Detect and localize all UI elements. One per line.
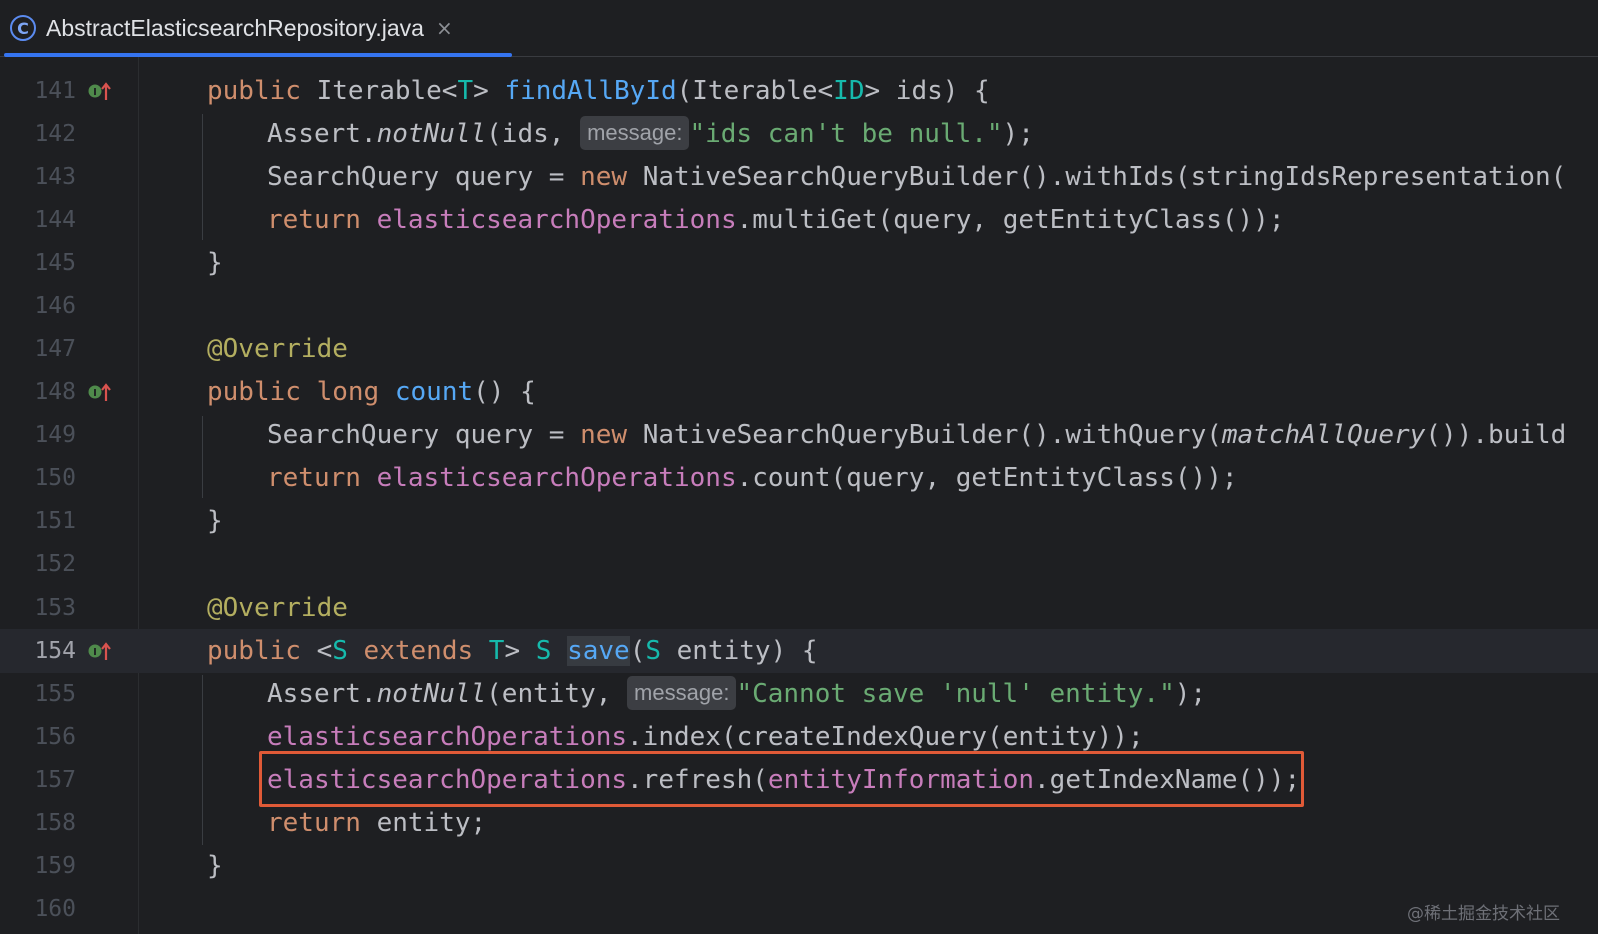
annotation-text: @Override [207, 593, 348, 623]
code-text: return elasticsearchOperations.count(que… [267, 463, 1238, 493]
code-line[interactable]: 151 } [0, 499, 1598, 543]
line-number[interactable]: 155 [0, 672, 76, 716]
annotation-text: @Override [207, 334, 348, 364]
code-line[interactable]: 160 [0, 887, 1598, 931]
line-number[interactable]: 149 [0, 413, 76, 457]
watermark: @稀土掘金技术社区 [1407, 904, 1560, 924]
selected-identifier: save [567, 636, 630, 666]
line-number[interactable]: 153 [0, 586, 76, 630]
current-code-line[interactable]: 154 I public <S extends T> S save(S enti… [0, 629, 1598, 673]
code-text: } [207, 851, 223, 881]
code-line[interactable]: 145 } [0, 241, 1598, 285]
code-line[interactable]: 147 @Override [0, 327, 1598, 371]
line-number[interactable]: 145 [0, 241, 76, 285]
code-line[interactable]: 155 Assert.notNull(entity, message: "Cann… [0, 672, 1598, 716]
code-line[interactable]: 159 } [0, 844, 1598, 888]
code-line[interactable]: 146 [0, 284, 1598, 328]
line-number[interactable]: 143 [0, 155, 76, 199]
java-class-icon: C [10, 15, 36, 41]
line-number[interactable]: 154 [0, 629, 76, 673]
highlight-annotation-box [259, 751, 1304, 807]
code-text: SearchQuery query = new NativeSearchQuer… [267, 162, 1567, 192]
code-text: return entity; [267, 808, 487, 838]
line-number[interactable]: 158 [0, 801, 76, 845]
line-number[interactable]: 156 [0, 715, 76, 759]
parameter-hint: message: [627, 675, 737, 710]
line-number[interactable]: 146 [0, 284, 76, 328]
tab-title: AbstractElasticsearchRepository.java [46, 14, 424, 41]
line-number[interactable]: 144 [0, 198, 76, 242]
code-text: } [207, 248, 223, 278]
line-number[interactable]: 160 [0, 887, 76, 931]
implementing-method-icon[interactable]: I [87, 80, 113, 102]
code-line[interactable]: 150 return elasticsearchOperations.count… [0, 456, 1598, 500]
code-line[interactable]: 148 I public long count() { [0, 370, 1598, 414]
code-line[interactable]: 158 return entity; [0, 801, 1598, 845]
code-line[interactable]: 153 @Override [0, 586, 1598, 630]
line-number[interactable]: 141 [0, 69, 76, 113]
line-number[interactable]: 152 [0, 542, 76, 586]
line-number[interactable]: 157 [0, 758, 76, 802]
code-text: public long count() { [207, 377, 536, 407]
line-number[interactable]: 147 [0, 327, 76, 371]
svg-text:I: I [93, 647, 97, 658]
close-tab-icon[interactable]: × [436, 16, 453, 40]
file-tab[interactable]: C AbstractElasticsearchRepository.java × [0, 0, 512, 57]
code-editor[interactable]: 141 I public Iterable<T> findAllById(Ite… [0, 57, 1598, 934]
code-line[interactable]: 144 return elasticsearchOperations.multi… [0, 198, 1598, 242]
code-text: public <S extends T> S save(S entity) { [207, 636, 818, 666]
line-number[interactable]: 159 [0, 844, 76, 888]
code-line[interactable]: 141 I public Iterable<T> findAllById(Ite… [0, 69, 1598, 113]
code-text: Assert.notNull(ids, message: "ids can't b… [267, 112, 1034, 156]
implementing-method-icon[interactable]: I [87, 381, 113, 403]
parameter-hint: message: [580, 115, 690, 150]
code-text: SearchQuery query = new NativeSearchQuer… [267, 420, 1567, 450]
implementing-method-icon[interactable]: I [87, 640, 113, 662]
editor-tab-bar: C AbstractElasticsearchRepository.java × [0, 0, 1598, 57]
code-line[interactable]: 152 [0, 542, 1598, 586]
code-text: } [207, 506, 223, 536]
svg-text:I: I [93, 388, 97, 399]
line-number[interactable]: 142 [0, 112, 76, 156]
code-line[interactable]: 149 SearchQuery query = new NativeSearch… [0, 413, 1598, 457]
code-line[interactable]: 143 SearchQuery query = new NativeSearch… [0, 155, 1598, 199]
code-text: public Iterable<T> findAllById(Iterable<… [207, 76, 990, 106]
line-number[interactable]: 151 [0, 499, 76, 543]
svg-text:I: I [93, 87, 97, 98]
line-number[interactable]: 150 [0, 456, 76, 500]
code-text: Assert.notNull(entity, message: "Cannot s… [267, 672, 1206, 716]
code-line[interactable]: 142 Assert.notNull(ids, message: "ids can… [0, 112, 1598, 156]
code-text: return elasticsearchOperations.multiGet(… [267, 205, 1285, 235]
line-number[interactable]: 148 [0, 370, 76, 414]
